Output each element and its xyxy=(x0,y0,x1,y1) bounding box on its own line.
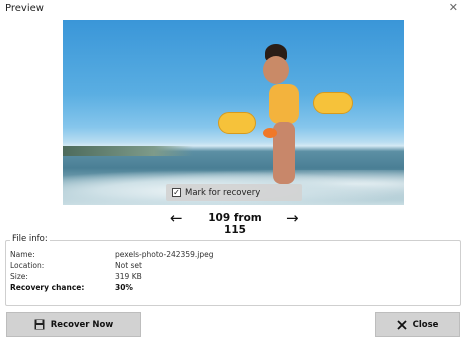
image-preview xyxy=(63,20,404,205)
info-value: 319 KB xyxy=(115,272,142,281)
info-row-size: Size: 319 KB xyxy=(10,272,142,281)
duck-beak xyxy=(263,128,277,138)
info-label: Recovery chance: xyxy=(10,283,85,292)
close-label: Close xyxy=(412,319,439,330)
info-label: Size: xyxy=(10,272,28,281)
arrow-left-icon[interactable]: ← xyxy=(170,209,183,227)
arrow-right-icon[interactable]: → xyxy=(286,209,299,227)
info-label: Name: xyxy=(10,250,35,259)
window-title: Preview xyxy=(5,3,44,14)
child-body xyxy=(269,84,299,124)
title-bar: Preview ✕ xyxy=(0,0,466,18)
shoreline xyxy=(63,146,193,156)
info-row-recovery-chance: Recovery chance: 30% xyxy=(10,283,133,292)
mark-checkbox[interactable]: ✓ xyxy=(172,188,181,197)
child-head xyxy=(263,56,289,84)
left-floatie xyxy=(218,112,256,134)
preview-navigation: ← 109 from 115 → xyxy=(0,209,466,236)
close-button[interactable]: Close xyxy=(375,312,460,337)
file-info-panel: File info: Name: pexels-photo-242359.jpeg… xyxy=(5,234,461,306)
file-info-legend: File info: xyxy=(10,234,50,244)
item-counter: 109 from 115 xyxy=(208,212,262,236)
recover-now-button[interactable]: Recover Now xyxy=(6,312,141,337)
info-value: pexels-photo-242359.jpeg xyxy=(115,250,214,259)
info-row-name: Name: pexels-photo-242359.jpeg xyxy=(10,250,213,259)
recover-now-label: Recover Now xyxy=(50,319,114,330)
info-row-location: Location: Not set xyxy=(10,261,142,270)
preview-window: Preview ✕ ✓ Mark for recovery ← 109 from… xyxy=(0,0,466,343)
info-label: Location: xyxy=(10,261,45,270)
mark-label: Mark for recovery xyxy=(185,187,261,198)
right-floatie xyxy=(313,92,353,114)
info-value: Not set xyxy=(115,261,142,270)
mark-for-recovery-toggle[interactable]: ✓ Mark for recovery xyxy=(166,184,302,201)
close-icon[interactable]: ✕ xyxy=(449,2,458,14)
x-icon xyxy=(396,319,407,330)
info-value: 30% xyxy=(115,283,133,292)
child-figure xyxy=(218,42,353,192)
save-icon xyxy=(34,319,45,330)
